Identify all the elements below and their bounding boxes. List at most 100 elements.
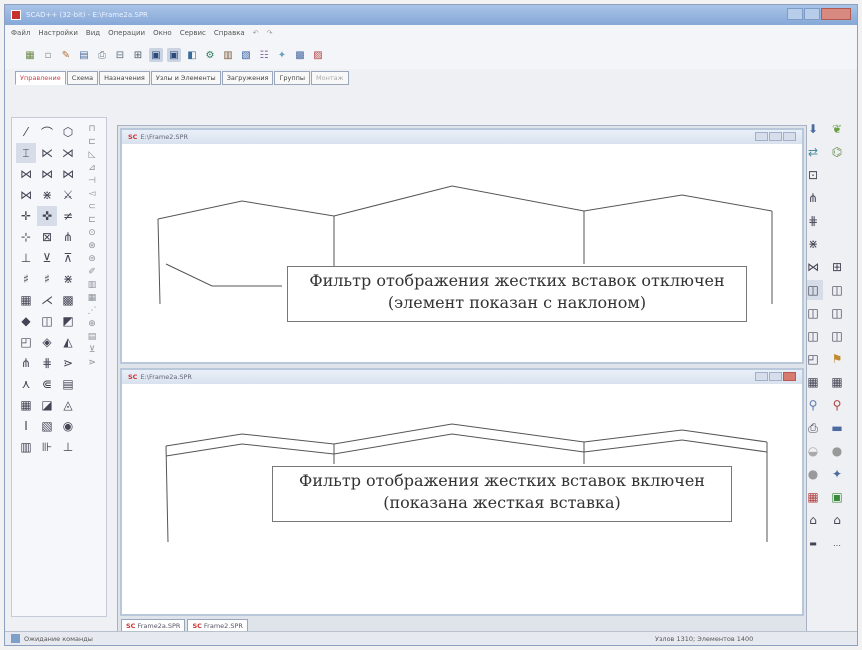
cross2-tool-icon[interactable]: ✜ [37, 206, 57, 226]
tab-groups[interactable]: Группы [274, 71, 311, 85]
view-figure-icon[interactable]: ⚑ [827, 349, 847, 369]
small-tool-13-icon[interactable]: ▥ [84, 278, 100, 291]
view-table2-icon[interactable]: ▦ [827, 372, 847, 392]
arc-tool-icon[interactable]: ⬡ [58, 122, 78, 142]
small-tool-17-icon[interactable]: ▤ [84, 330, 100, 343]
cross3-tool-icon[interactable]: ≠ [58, 206, 78, 226]
green-box-icon[interactable]: ▣ [827, 487, 847, 507]
shell-tool-icon[interactable]: ◆ [16, 311, 36, 331]
link-icon[interactable]: ⚙ [203, 48, 217, 62]
small-tool-11-icon[interactable]: ⊜ [84, 252, 100, 265]
view-box6-icon[interactable]: ◫ [827, 326, 847, 346]
color3-tool-icon[interactable]: ⊥ [58, 437, 78, 457]
small-tool-10-icon[interactable]: ⊛ [84, 239, 100, 252]
doc-close-button[interactable] [783, 372, 796, 381]
redo-icon[interactable]: ↷ [267, 29, 273, 37]
zoom2-icon[interactable]: ⚲ [827, 395, 847, 415]
frame3-tool-icon[interactable]: ⚔ [58, 185, 78, 205]
small-tool-7-icon[interactable]: ⊂ [84, 200, 100, 213]
tab-assignments[interactable]: Назначения [99, 71, 150, 85]
small-tool-5-icon[interactable]: ⊣ [84, 174, 100, 187]
table-icon[interactable]: ▤ [77, 48, 91, 62]
print-icon[interactable]: ⎙ [95, 48, 109, 62]
color2-tool-icon[interactable]: ⊪ [37, 437, 57, 457]
brace2-tool-icon[interactable]: ⋈ [37, 164, 57, 184]
small-tool-1-icon[interactable]: ⊓ [84, 122, 100, 135]
sphere-icon[interactable]: ● [827, 441, 847, 461]
save-icon[interactable]: ▧ [239, 48, 253, 62]
doc-maximize-button[interactable] [769, 132, 782, 141]
shell3-tool-icon[interactable]: ◩ [58, 311, 78, 331]
small-tool-2-icon[interactable]: ⊏ [84, 135, 100, 148]
tab-scheme[interactable]: Схема [66, 71, 99, 85]
load3-tool-icon[interactable]: ▤ [58, 374, 78, 394]
ibeam-tool-icon[interactable]: Ⅰ [16, 416, 36, 436]
frame-tool-icon[interactable]: ⋈ [16, 185, 36, 205]
menu-operations[interactable]: Операции [108, 29, 145, 37]
view-icon[interactable]: ▣ [149, 48, 163, 62]
truss-tool-icon[interactable]: ⋊ [58, 143, 78, 163]
minimize-button[interactable] [787, 8, 803, 20]
scheme-icon[interactable]: ⊞ [131, 48, 145, 62]
view-leaf-icon[interactable]: ❦ [827, 119, 847, 139]
menu-window[interactable]: Окно [153, 29, 172, 37]
support2-tool-icon[interactable]: ⋕ [37, 353, 57, 373]
mesh-view-icon[interactable]: ✦ [827, 464, 847, 484]
table3-tool-icon[interactable]: ◬ [58, 395, 78, 415]
frame-icon[interactable]: ⊟ [113, 48, 127, 62]
print-preview-icon[interactable]: ▨ [311, 48, 325, 62]
beam-tool-icon[interactable]: ⌶ [16, 143, 36, 163]
hash-tool-icon[interactable]: ♯ [16, 269, 36, 289]
view-box2-icon[interactable]: ◫ [827, 280, 847, 300]
small-tool-4-icon[interactable]: ⊿ [84, 161, 100, 174]
frame2-tool-icon[interactable]: ⋇ [37, 185, 57, 205]
small-tool-3-icon[interactable]: ◺ [84, 148, 100, 161]
small-tool-19-icon[interactable]: ⋗ [84, 356, 100, 369]
section2-tool-icon[interactable]: ◉ [58, 416, 78, 436]
outline2-icon[interactable]: ⌂ [827, 510, 847, 530]
chart-icon[interactable]: ▥ [221, 48, 235, 62]
monitor-icon[interactable]: ▬ [827, 418, 847, 438]
render-icon[interactable]: ✦ [275, 48, 289, 62]
layers-icon[interactable]: ▩ [293, 48, 307, 62]
more-icon[interactable]: … [827, 533, 847, 553]
node2-tool-icon[interactable]: ⊻ [37, 248, 57, 268]
mesh2-tool-icon[interactable]: ⋌ [37, 290, 57, 310]
small-tool-6-icon[interactable]: ◅ [84, 187, 100, 200]
tab-loads[interactable]: Загружения [221, 71, 274, 85]
view-grid-icon[interactable]: ⊞ [827, 257, 847, 277]
close-button[interactable] [821, 8, 851, 20]
line-tool-icon[interactable]: ⁄ [16, 122, 36, 142]
diagonal-tool-icon[interactable]: ⋉ [37, 143, 57, 163]
menu-file[interactable]: Файл [11, 29, 30, 37]
view-iso-icon[interactable]: ⌬ [827, 142, 847, 162]
small-tool-8-icon[interactable]: ⊏ [84, 213, 100, 226]
hash2-tool-icon[interactable]: ♯ [37, 269, 57, 289]
tab-nodes-elements[interactable]: Узлы и Элементы [150, 71, 221, 85]
pointer-icon[interactable]: ▫ [41, 48, 55, 62]
small-tool-12-icon[interactable]: ✐ [84, 265, 100, 278]
solid2-tool-icon[interactable]: ◈ [37, 332, 57, 352]
brace3-tool-icon[interactable]: ⋈ [58, 164, 78, 184]
maximize-button[interactable] [804, 8, 820, 20]
menu-settings[interactable]: Настройки [38, 29, 78, 37]
polyline-tool-icon[interactable]: ⌒ [37, 122, 57, 142]
undo-icon[interactable]: ↶ [253, 29, 259, 37]
edit-icon[interactable]: ◧ [185, 48, 199, 62]
shell2-tool-icon[interactable]: ◫ [37, 311, 57, 331]
small-tool-9-icon[interactable]: ⊙ [84, 226, 100, 239]
settings-icon[interactable]: ☷ [257, 48, 271, 62]
solid3-tool-icon[interactable]: ◭ [58, 332, 78, 352]
cross-tool-icon[interactable]: ✛ [16, 206, 36, 226]
menu-view[interactable]: Вид [86, 29, 100, 37]
filter-icon[interactable]: ▣ [167, 48, 181, 62]
node-tool-icon[interactable]: ⊥ [16, 248, 36, 268]
solid-tool-icon[interactable]: ◰ [16, 332, 36, 352]
doc-close-button[interactable] [783, 132, 796, 141]
mesh-tool-icon[interactable]: ▦ [16, 290, 36, 310]
brace-tool-icon[interactable]: ⋈ [16, 164, 36, 184]
doc-maximize-button[interactable] [769, 372, 782, 381]
menu-service[interactable]: Сервис [180, 29, 206, 37]
table2-tool-icon[interactable]: ◪ [37, 395, 57, 415]
view-box4-icon[interactable]: ◫ [827, 303, 847, 323]
